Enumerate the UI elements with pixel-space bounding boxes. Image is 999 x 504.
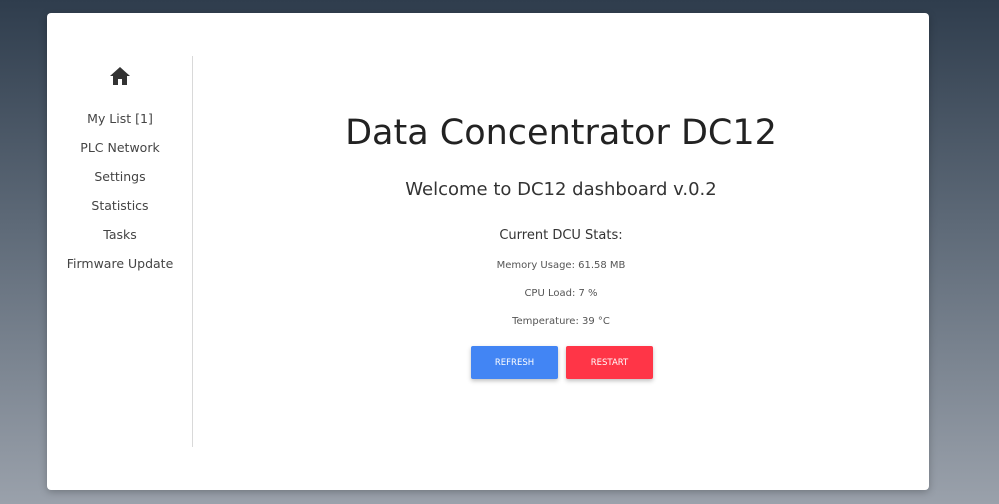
temperature: Temperature: 39 °C [512,316,610,327]
home-icon[interactable] [109,66,131,86]
memory-usage: Memory Usage: 61.58 MB [496,260,626,271]
sidebar-item-settings[interactable]: Settings [47,168,193,197]
sidebar-item-plc-network[interactable]: PLC Network [47,139,193,168]
sidebar-nav: My List [1] PLC Network Settings Statist… [47,110,193,284]
refresh-button[interactable]: Refresh [471,346,558,379]
page-title: Data Concentrator DC12 [345,113,777,153]
sidebar-item-statistics[interactable]: Statistics [47,197,193,226]
dashboard-card: My List [1] PLC Network Settings Statist… [47,13,929,490]
sidebar-item-my-list[interactable]: My List [1] [47,110,193,139]
sidebar-item-tasks[interactable]: Tasks [47,226,193,255]
sidebar: My List [1] PLC Network Settings Statist… [47,13,193,490]
stats-heading: Current DCU Stats: [499,228,623,243]
main-content: Data Concentrator DC12 Welcome to DC12 d… [193,13,929,490]
welcome-text: Welcome to DC12 dashboard v.0.2 [405,179,717,200]
cpu-load: CPU Load: 7 % [524,288,598,299]
restart-button[interactable]: Restart [566,346,653,379]
sidebar-item-firmware-update[interactable]: Firmware Update [47,255,193,284]
